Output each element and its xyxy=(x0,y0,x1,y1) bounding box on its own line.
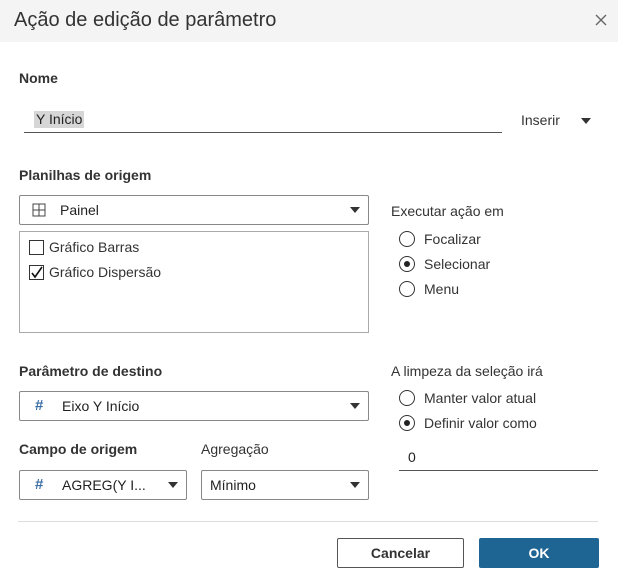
radio-button[interactable] xyxy=(399,281,415,297)
cancel-button[interactable]: Cancelar xyxy=(337,538,464,568)
source-sheets-select[interactable]: Painel xyxy=(19,195,369,225)
insert-label: Inserir xyxy=(521,112,560,128)
run-action-label: Executar ação em xyxy=(391,203,504,219)
target-parameter-value: Eixo Y Início xyxy=(62,398,140,414)
aggregation-value: Mínimo xyxy=(210,477,256,493)
chevron-down-icon xyxy=(168,482,178,488)
chevron-down-icon xyxy=(350,482,360,488)
insert-chevron-down-icon[interactable] xyxy=(581,118,591,124)
radio-selecionar[interactable]: Selecionar xyxy=(398,255,598,275)
radio-label: Focalizar xyxy=(424,231,481,247)
radio-manter-valor[interactable]: Manter valor atual xyxy=(398,389,598,409)
grid-icon xyxy=(32,203,46,222)
name-input[interactable]: Y Início xyxy=(24,108,502,133)
source-field-select[interactable]: # AGREG(Y I... xyxy=(19,470,187,500)
chevron-down-icon xyxy=(350,207,360,213)
list-item[interactable]: Gráfico Dispersão xyxy=(20,262,360,284)
radio-button-selected[interactable] xyxy=(399,415,415,431)
radio-menu[interactable]: Menu xyxy=(398,280,598,300)
chevron-down-icon xyxy=(350,403,360,409)
name-value: Y Início xyxy=(34,111,85,128)
close-icon[interactable] xyxy=(591,10,611,30)
number-icon: # xyxy=(35,476,44,493)
radio-button-selected[interactable] xyxy=(399,256,415,272)
checkbox[interactable] xyxy=(29,240,44,255)
radio-focalizar[interactable]: Focalizar xyxy=(398,230,598,250)
check-icon xyxy=(31,266,43,279)
aggregation-select[interactable]: Mínimo xyxy=(201,470,369,500)
radio-label: Selecionar xyxy=(424,256,491,272)
source-sheets-label: Planilhas de origem xyxy=(19,167,152,183)
target-parameter-select[interactable]: # Eixo Y Início xyxy=(19,391,369,421)
aggregation-label: Agregação xyxy=(201,441,269,457)
checkbox-checked[interactable] xyxy=(29,265,44,280)
source-sheets-value: Painel xyxy=(60,202,99,218)
clearing-label: A limpeza da seleção irá xyxy=(391,363,543,379)
clear-value: 0 xyxy=(408,449,416,465)
list-item-label: Gráfico Dispersão xyxy=(49,264,162,280)
radio-button[interactable] xyxy=(399,231,415,247)
source-sheets-list: Gráfico Barras Gráfico Dispersão xyxy=(19,231,369,333)
name-label: Nome xyxy=(19,70,58,86)
source-field-value: AGREG(Y I... xyxy=(62,477,146,493)
clear-value-input[interactable]: 0 xyxy=(399,446,598,471)
insert-dropdown[interactable]: Inserir xyxy=(521,112,560,128)
radio-label: Menu xyxy=(424,281,460,297)
ok-button[interactable]: OK xyxy=(479,538,599,568)
radio-label: Manter valor atual xyxy=(424,390,537,406)
list-item[interactable]: Gráfico Barras xyxy=(20,237,360,259)
number-icon: # xyxy=(35,397,44,414)
target-parameter-label: Parâmetro de destino xyxy=(19,363,163,379)
radio-button[interactable] xyxy=(399,390,415,406)
radio-definir-valor[interactable]: Definir valor como xyxy=(398,414,598,434)
radio-label: Definir valor como xyxy=(424,415,537,431)
list-item-label: Gráfico Barras xyxy=(49,239,140,255)
dialog-title: Ação de edição de parâmetro xyxy=(14,9,277,31)
footer-divider xyxy=(18,521,598,522)
source-field-label: Campo de origem xyxy=(19,441,138,457)
